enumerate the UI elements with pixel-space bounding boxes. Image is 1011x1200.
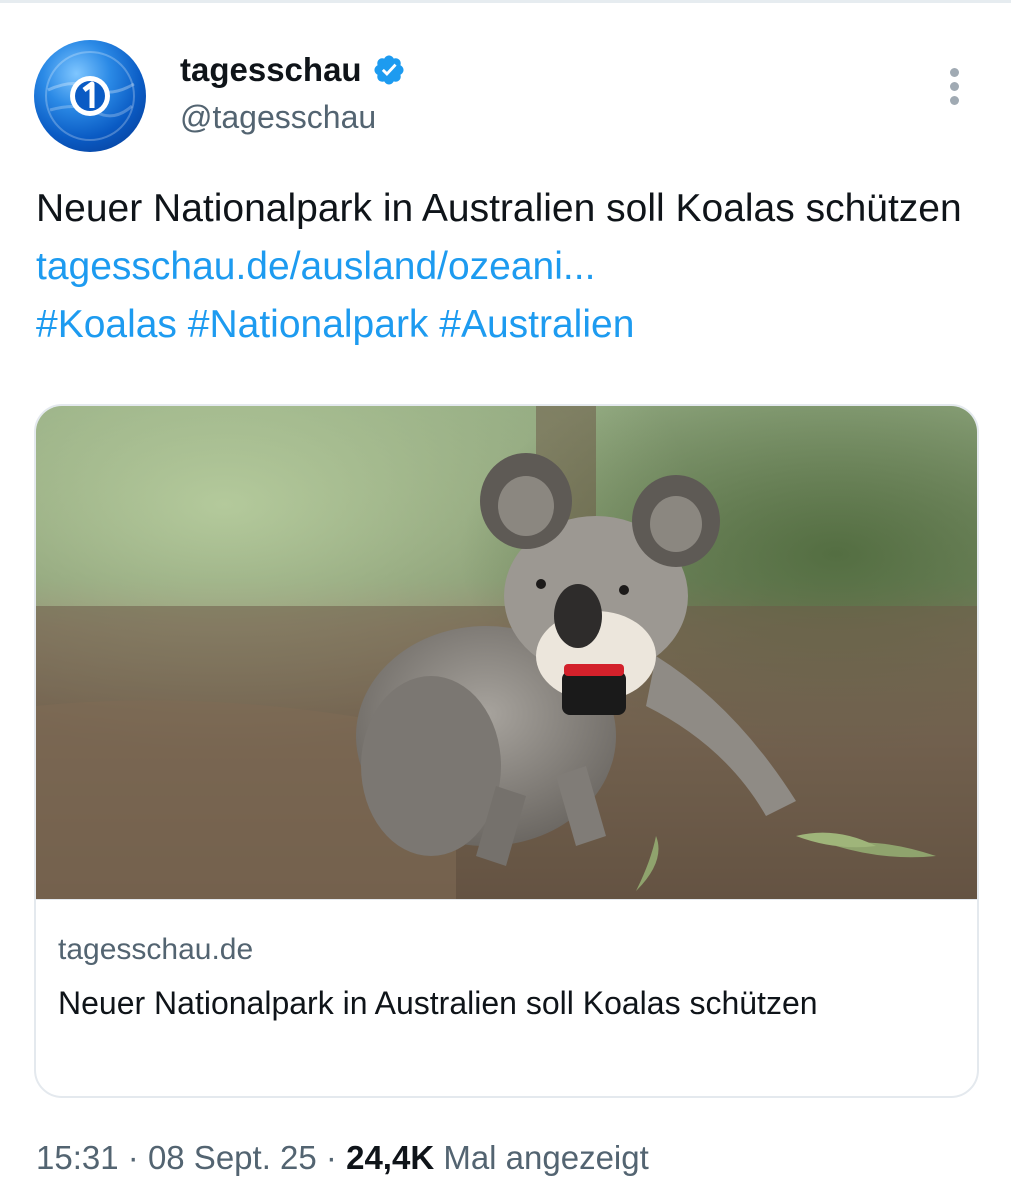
tweet-link[interactable]: tagesschau.de/ausland/ozeani... [36,245,595,288]
card-title: Neuer Nationalpark in Australien soll Ko… [58,985,818,1021]
view-count[interactable]: 24,4K [346,1139,434,1176]
author-name-text[interactable]: tagesschau [180,51,362,89]
tweet-meta: 15:31 · 08 Sept. 25 · 24,4K Mal angezeig… [36,1136,649,1180]
author-handle[interactable]: @tagesschau [180,97,376,137]
more-options-button[interactable] [942,62,970,112]
hashtag[interactable]: #Australien [439,303,634,346]
meta-separator: · [127,1139,139,1176]
tweet-text: Neuer Nationalpark in Australien soll Ko… [36,180,986,354]
hashtag[interactable]: #Koalas [36,303,177,346]
tweet-body: Neuer Nationalpark in Australien soll Ko… [36,187,962,230]
tagesschau-logo-icon [45,51,135,141]
more-vertical-icon [950,68,959,77]
top-divider [0,0,1011,3]
hashtag[interactable]: #Nationalpark [188,303,429,346]
card-divider [36,899,977,900]
card-domain: tagesschau.de [58,933,254,966]
meta-separator: · [325,1139,337,1176]
koala-photo [36,406,977,899]
tweet-time[interactable]: 15:31 [36,1139,119,1176]
tweet-date[interactable]: 08 Sept. 25 [148,1139,317,1176]
more-vertical-icon [950,82,959,91]
view-count-label: Mal angezeigt [443,1139,649,1176]
verified-badge-icon [374,55,404,85]
avatar[interactable] [34,40,146,152]
link-card[interactable]: tagesschau.de Neuer Nationalpark in Aust… [34,404,979,1098]
more-vertical-icon [950,96,959,105]
author-name[interactable]: tagesschau [180,50,406,90]
